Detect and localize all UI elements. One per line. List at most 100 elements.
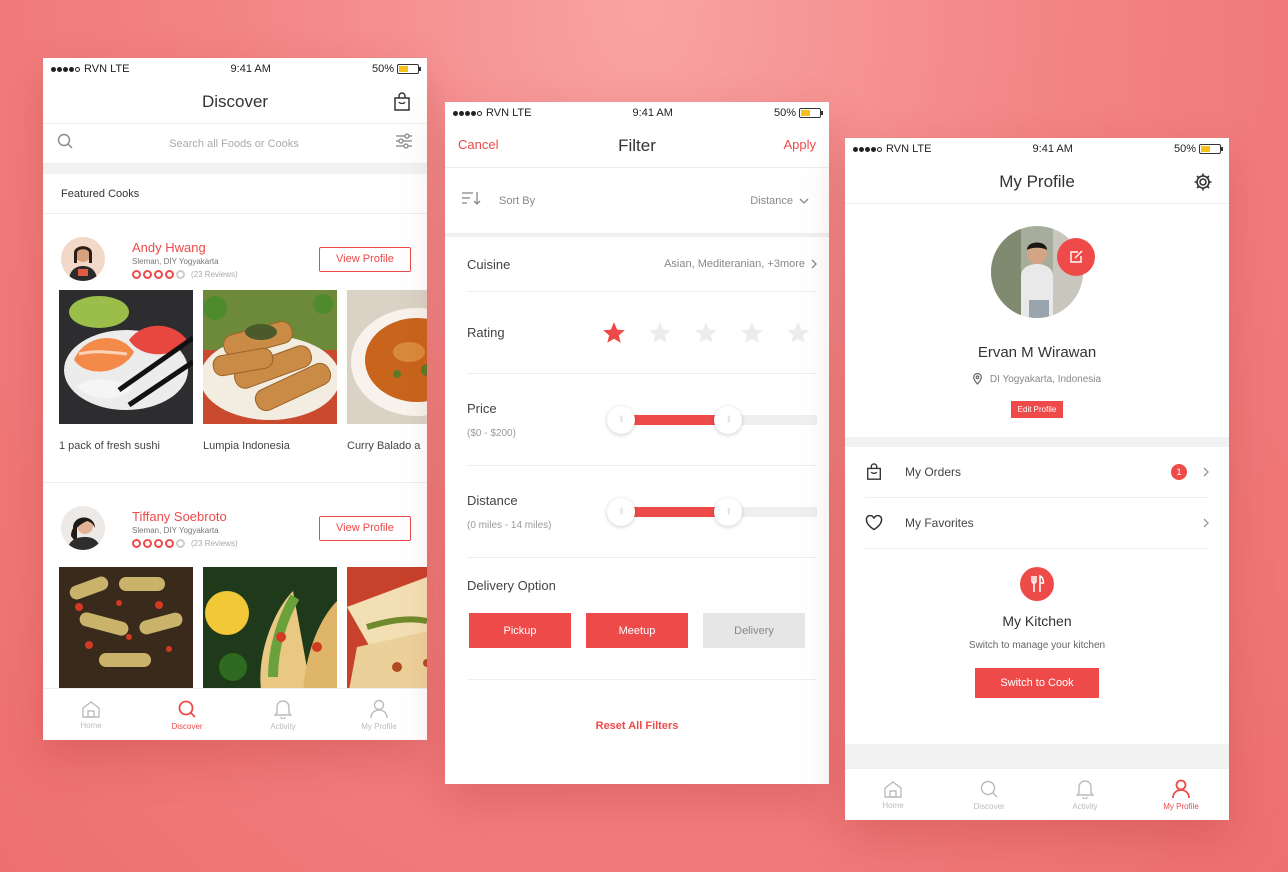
reset-filters-button[interactable]: Reset All Filters [445, 720, 829, 732]
menu-label: My Favorites [905, 516, 974, 530]
cook-name[interactable]: Andy Hwang [132, 240, 319, 255]
slider-handle-min[interactable]: ||| [607, 497, 635, 526]
food-card[interactable] [59, 567, 193, 701]
nav-bar: My Profile [845, 160, 1229, 204]
section-gap [845, 744, 1229, 768]
cuisine-select[interactable]: Asian, Mediteranian, +3more [664, 258, 817, 270]
star-icon[interactable] [647, 320, 673, 346]
tab-home[interactable]: Home [43, 689, 139, 740]
star-icon[interactable] [739, 320, 765, 346]
filter-sliders-icon[interactable] [395, 132, 413, 155]
star-icon[interactable] [601, 320, 627, 346]
food-image-flatbread[interactable] [347, 567, 427, 701]
food-image-curry[interactable] [347, 290, 427, 424]
sort-label: Sort By [499, 194, 536, 207]
bell-icon [274, 699, 292, 719]
search-bar[interactable]: Search all Foods or Cooks [43, 124, 427, 164]
cook-name[interactable]: Tiffany Soebroto [132, 509, 319, 524]
food-carousel[interactable] [43, 567, 427, 701]
food-name[interactable]: Curry Balado a [347, 440, 427, 452]
review-count: (23 Reviews) [191, 538, 238, 548]
view-profile-button[interactable]: View Profile [319, 246, 411, 272]
avatar[interactable] [991, 226, 1095, 318]
filter-screen: RVN LTE 9:41 AM 50% Cancel Filter Apply … [445, 102, 829, 784]
rating-row: Rating [467, 292, 817, 374]
sort-by-row[interactable]: Sort By Distance [445, 168, 829, 234]
tab-home[interactable]: Home [845, 769, 941, 820]
menu-item-my-orders[interactable]: My Orders 1 [865, 447, 1209, 498]
page-title: Discover [201, 91, 269, 111]
signal-icon [51, 66, 80, 72]
tab-discover[interactable]: Discover [941, 769, 1037, 820]
menu-item-my-favorites[interactable]: My Favorites [865, 498, 1209, 549]
nav-bar: Discover [43, 80, 427, 124]
view-profile-button[interactable]: View Profile [319, 515, 411, 541]
food-card[interactable] [347, 567, 427, 701]
food-image-lumpia[interactable] [203, 290, 337, 424]
chevron-right-icon [811, 259, 817, 269]
sort-value: Distance [750, 194, 793, 207]
food-carousel[interactable]: 1 pack of fresh sushi Lumpia Indonesia C… [43, 290, 427, 452]
review-count: (23 Reviews) [191, 269, 238, 279]
food-image-sushi[interactable] [59, 290, 193, 424]
cancel-button[interactable]: Cancel [458, 137, 498, 152]
home-icon [82, 700, 100, 718]
star-icon[interactable] [785, 320, 811, 346]
sort-select[interactable]: Distance [750, 195, 809, 207]
slider-handle-max[interactable]: ||| [714, 497, 743, 526]
tab-my-profile[interactable]: My Profile [331, 689, 427, 740]
price-slider[interactable]: ||| ||| [607, 405, 817, 435]
tab-discover[interactable]: Discover [139, 689, 235, 740]
menu-label: My Orders [905, 465, 962, 479]
distance-slider[interactable]: ||| ||| [607, 497, 817, 527]
person-icon [370, 699, 388, 718]
tab-my-profile[interactable]: My Profile [1133, 769, 1229, 820]
location-pin-icon [972, 373, 982, 385]
tab-label: Home [882, 800, 904, 810]
pickup-button[interactable]: Pickup [469, 613, 571, 648]
cook-location: Sleman, DIY Yogyakarta [132, 256, 219, 266]
food-card[interactable]: Curry Balado a [347, 290, 427, 452]
battery-percent: 50% [773, 107, 796, 119]
search-input[interactable]: Search all Foods or Cooks [73, 138, 395, 150]
tab-activity[interactable]: Activity [1037, 769, 1133, 820]
cook-location: Sleman, DIY Yogyakarta [132, 525, 219, 535]
status-bar: RVN LTE 9:41 AM 50% [845, 138, 1229, 160]
kitchen-title: My Kitchen [1002, 613, 1072, 629]
slider-handle-max[interactable]: ||| [714, 405, 743, 434]
avatar[interactable] [61, 237, 105, 281]
edit-photo-button[interactable] [1057, 238, 1095, 276]
avatar[interactable] [61, 506, 105, 550]
rating-label: Rating [467, 325, 505, 340]
delivery-button[interactable]: Delivery [703, 613, 805, 648]
food-card[interactable]: 1 pack of fresh sushi [59, 290, 193, 452]
tab-bar: Home Discover Activity My Profile [43, 688, 427, 740]
food-card[interactable]: Lumpia Indonesia [203, 290, 337, 452]
food-image-tacos[interactable] [203, 567, 337, 701]
food-name[interactable]: 1 pack of fresh sushi [59, 440, 193, 452]
clock: 9:41 AM [230, 63, 271, 75]
rating-stars[interactable] [601, 320, 811, 346]
edit-icon [1070, 250, 1083, 263]
tab-label: Activity [270, 721, 296, 731]
food-card[interactable] [203, 567, 337, 701]
gear-icon[interactable] [1193, 172, 1213, 197]
meetup-button[interactable]: Meetup [586, 613, 688, 648]
cart-icon[interactable] [393, 92, 411, 117]
chevron-down-icon [799, 198, 809, 204]
slider-handle-min[interactable]: ||| [607, 405, 635, 434]
cuisine-row[interactable]: Cuisine Asian, Mediteranian, +3more [467, 237, 817, 292]
food-image-skewers[interactable] [59, 567, 193, 701]
apply-button[interactable]: Apply [783, 137, 816, 152]
star-icon[interactable] [693, 320, 719, 346]
tab-label: Discover [171, 721, 203, 731]
search-icon [57, 133, 73, 154]
rating-dot [132, 269, 141, 279]
switch-to-cook-button[interactable]: Switch to Cook [975, 668, 1099, 698]
edit-profile-button[interactable]: Edit Profile [1010, 401, 1064, 418]
kitchen-subtitle: Switch to manage your kitchen [968, 640, 1106, 651]
food-name[interactable]: Lumpia Indonesia [203, 440, 337, 452]
bag-icon [867, 463, 881, 480]
tab-activity[interactable]: Activity [235, 689, 331, 740]
rating-dot [165, 538, 174, 548]
